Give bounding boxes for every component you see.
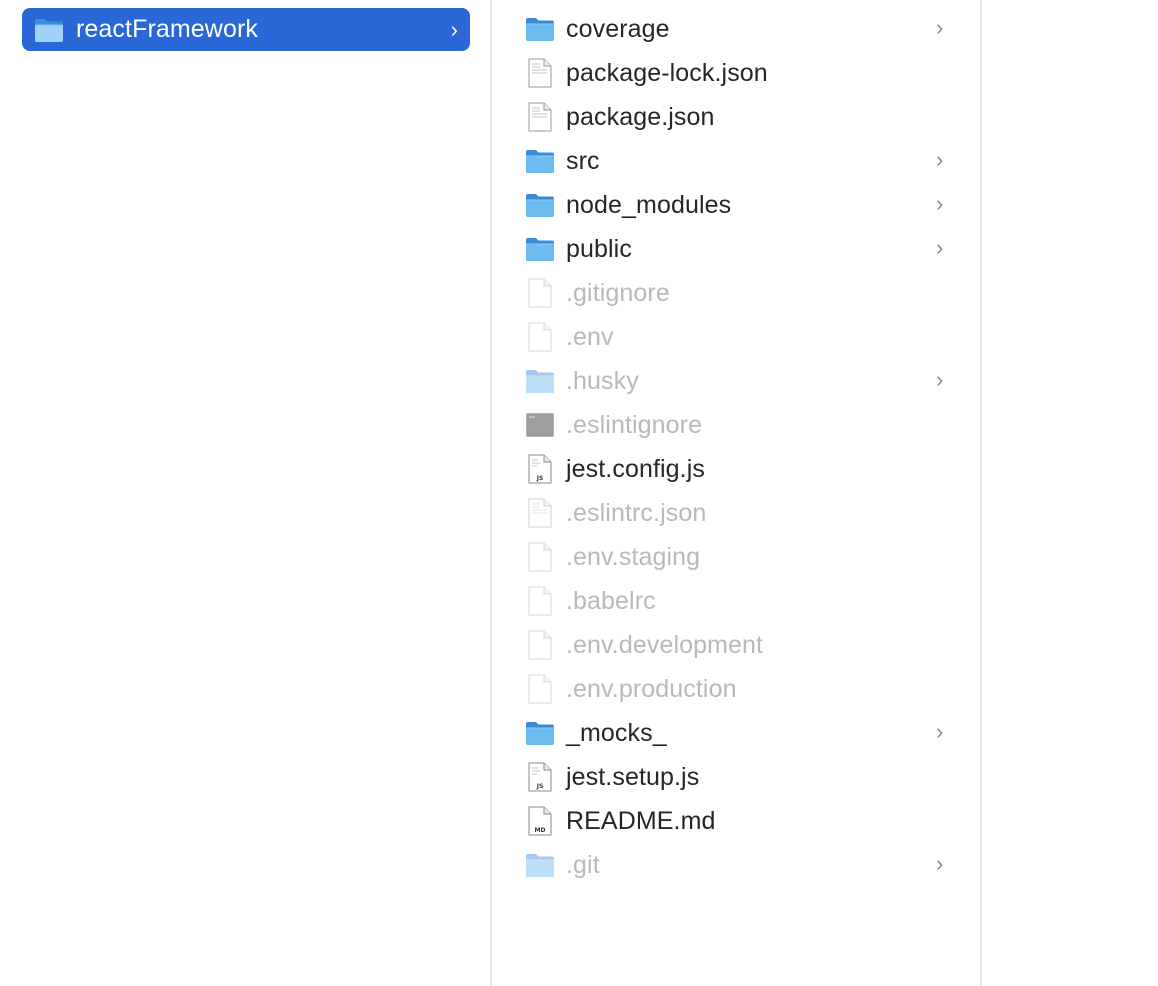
finder-window: reactFramework › coverage › package-lock.…	[0, 0, 1158, 986]
item-name: jest.setup.js	[566, 763, 700, 791]
folder-icon	[34, 17, 64, 43]
svg-text:JS: JS	[536, 783, 544, 790]
svg-text:MD: MD	[535, 827, 546, 834]
folder-icon	[524, 365, 556, 397]
folder-row[interactable]: _mocks_ ›	[492, 711, 980, 755]
blank-file-icon	[524, 541, 556, 573]
item-name: jest.config.js	[566, 455, 705, 483]
item-name: .env	[566, 323, 614, 351]
chevron-right-icon: ›	[450, 17, 458, 42]
item-name: public	[566, 235, 632, 263]
item-name: coverage	[566, 15, 670, 43]
column-1: reactFramework ›	[0, 0, 490, 986]
chevron-right-icon: ›	[936, 367, 944, 392]
item-name: .husky	[566, 367, 639, 395]
chevron-right-icon: ›	[936, 851, 944, 876]
blank-file-icon	[524, 585, 556, 617]
js-file-icon: JS	[524, 453, 556, 485]
item-name: .eslintrc.json	[566, 499, 707, 527]
item-name: src	[566, 147, 600, 175]
folder-row[interactable]: public ›	[492, 227, 980, 271]
selected-folder-row[interactable]: reactFramework ›	[22, 8, 470, 51]
chevron-right-icon: ›	[936, 719, 944, 744]
file-row[interactable]: package.json	[492, 95, 980, 139]
file-row[interactable]: .env	[492, 315, 980, 359]
blank-file-icon	[524, 673, 556, 705]
item-name: _mocks_	[566, 719, 667, 747]
folder-row[interactable]: .husky ›	[492, 359, 980, 403]
chevron-right-icon: ›	[936, 235, 944, 260]
file-row[interactable]: .env.staging	[492, 535, 980, 579]
item-name: .env.development	[566, 631, 764, 659]
item-name: .env.production	[566, 675, 737, 703]
folder-icon	[524, 849, 556, 881]
folder-icon	[524, 189, 556, 221]
folder-icon	[524, 13, 556, 45]
exec-file-icon	[524, 409, 556, 441]
folder-icon	[524, 717, 556, 749]
document-icon	[524, 497, 556, 529]
file-row[interactable]: MD README.md	[492, 799, 980, 843]
file-row[interactable]: .env.development	[492, 623, 980, 667]
file-row[interactable]: JS jest.setup.js	[492, 755, 980, 799]
blank-file-icon	[524, 277, 556, 309]
document-icon	[524, 57, 556, 89]
blank-file-icon	[524, 629, 556, 661]
chevron-right-icon: ›	[936, 147, 944, 172]
folder-icon	[524, 233, 556, 265]
file-row[interactable]: .babelrc	[492, 579, 980, 623]
md-file-icon: MD	[524, 805, 556, 837]
svg-text:JS: JS	[536, 475, 544, 482]
js-file-icon: JS	[524, 761, 556, 793]
file-row[interactable]: .env.production	[492, 667, 980, 711]
blank-file-icon	[524, 321, 556, 353]
file-row[interactable]: package-lock.json	[492, 51, 980, 95]
file-list: coverage › package-lock.json package.json…	[492, 7, 980, 887]
item-name: .babelrc	[566, 587, 656, 615]
item-name: .eslintignore	[566, 411, 703, 439]
item-name: .env.staging	[566, 543, 701, 571]
file-row[interactable]: .gitignore	[492, 271, 980, 315]
file-row[interactable]: JS jest.config.js	[492, 447, 980, 491]
item-name: .gitignore	[566, 279, 670, 307]
chevron-right-icon: ›	[936, 15, 944, 40]
item-name: package.json	[566, 103, 715, 131]
file-row[interactable]: .eslintrc.json	[492, 491, 980, 535]
folder-row[interactable]: .git ›	[492, 843, 980, 887]
folder-row[interactable]: src ›	[492, 139, 980, 183]
column-2: coverage › package-lock.json package.json…	[492, 0, 980, 986]
item-name: node_modules	[566, 191, 732, 219]
item-name: .git	[566, 851, 600, 879]
folder-row[interactable]: coverage ›	[492, 7, 980, 51]
item-name: README.md	[566, 807, 716, 835]
document-icon	[524, 101, 556, 133]
selected-folder-label: reactFramework	[76, 15, 258, 43]
item-name: package-lock.json	[566, 59, 768, 87]
folder-icon	[524, 145, 556, 177]
chevron-right-icon: ›	[936, 191, 944, 216]
file-row[interactable]: .eslintignore	[492, 403, 980, 447]
folder-row[interactable]: node_modules ›	[492, 183, 980, 227]
column-3	[982, 0, 1158, 986]
